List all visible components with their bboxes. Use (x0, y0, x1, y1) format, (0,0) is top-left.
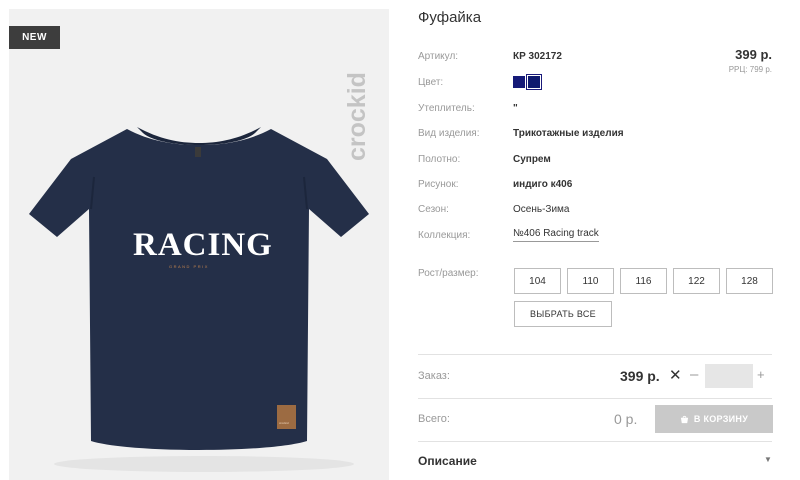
prop-value: Трикотажные изделия (513, 127, 624, 139)
add-to-cart-button[interactable]: В КОРЗИНУ (655, 405, 773, 433)
select-all-button[interactable]: ВЫБРАТЬ ВСЕ (514, 301, 612, 327)
size-128-button[interactable]: 128 (726, 268, 773, 294)
description-toggle[interactable]: Описание (418, 454, 477, 468)
prop-value: КР 302172 (513, 50, 562, 62)
divider (418, 441, 772, 442)
collection-link[interactable]: №406 Racing track (513, 228, 599, 242)
divider (418, 354, 772, 355)
prop-label: Полотно: (418, 153, 461, 165)
cart-icon (680, 415, 688, 423)
new-badge: NEW (9, 26, 60, 49)
product-image[interactable]: NEW crockid RACING GRAND PRIX crockid (9, 9, 389, 480)
size-122-button[interactable]: 122 (673, 268, 720, 294)
total-label: Всего: (418, 413, 450, 425)
color-swatch[interactable] (513, 76, 525, 88)
color-swatch-selected[interactable] (526, 74, 542, 90)
product-title: Фуфайка (418, 9, 482, 26)
prop-pattern: Рисунок: индиго к406 (418, 177, 572, 191)
order-price: 399 р. (620, 368, 660, 384)
total-value: 0 р. (614, 411, 638, 427)
prop-label: Коллекция: (418, 229, 471, 241)
prop-value: " (513, 102, 518, 114)
size-116-button[interactable]: 116 (620, 268, 667, 294)
increase-quantity-button[interactable]: + (757, 367, 765, 382)
size-label: Рост/размер: (418, 268, 479, 279)
quantity-input[interactable] (705, 364, 753, 388)
add-to-cart-label: В КОРЗИНУ (693, 414, 749, 424)
prop-collection: Коллекция: №406 Racing track (418, 228, 599, 242)
prop-color: Цвет: (418, 74, 542, 90)
decrease-quantity-button[interactable]: – (690, 366, 698, 383)
prop-fabric: Полотно: Супрем (418, 152, 551, 166)
product-info: Фуфайка 399 р. РРЦ: 799 р. Артикул: КР 3… (418, 0, 800, 480)
prop-season: Сезон: Осень-Зима (418, 202, 569, 216)
prop-value: Осень-Зима (513, 203, 570, 215)
hem-tag-label: crockid (279, 421, 289, 425)
rrc-price: РРЦ: 799 р. (728, 65, 772, 74)
prop-label: Сезон: (418, 203, 449, 215)
print-grand-prix: GRAND PRIX (169, 264, 209, 269)
chevron-down-icon[interactable]: ▼ (764, 455, 772, 464)
brand-logo: crockid (343, 72, 371, 161)
size-options: 104 110 116 122 128 (514, 268, 773, 294)
prop-article: Артикул: КР 302172 (418, 49, 562, 63)
prop-label: Утеплитель: (418, 102, 475, 114)
times-icon: ✕ (669, 367, 682, 384)
color-swatches (513, 74, 542, 90)
prop-label: Цвет: (418, 76, 444, 88)
order-label: Заказ: (418, 370, 450, 382)
size-104-button[interactable]: 104 (514, 268, 561, 294)
prop-label: Вид изделия: (418, 127, 480, 139)
prop-label: Рисунок: (418, 178, 459, 190)
size-110-button[interactable]: 110 (567, 268, 614, 294)
product-price: 399 р. (735, 47, 772, 62)
prop-insulation: Утеплитель: " (418, 101, 518, 115)
prop-label: Артикул: (418, 50, 459, 62)
prop-value: Супрем (513, 153, 551, 165)
prop-value: индиго к406 (513, 178, 573, 190)
svg-text:crockid: crockid (343, 72, 371, 161)
prop-type: Вид изделия: Трикотажные изделия (418, 126, 624, 140)
print-racing: RACING (133, 227, 273, 263)
divider (418, 398, 772, 399)
